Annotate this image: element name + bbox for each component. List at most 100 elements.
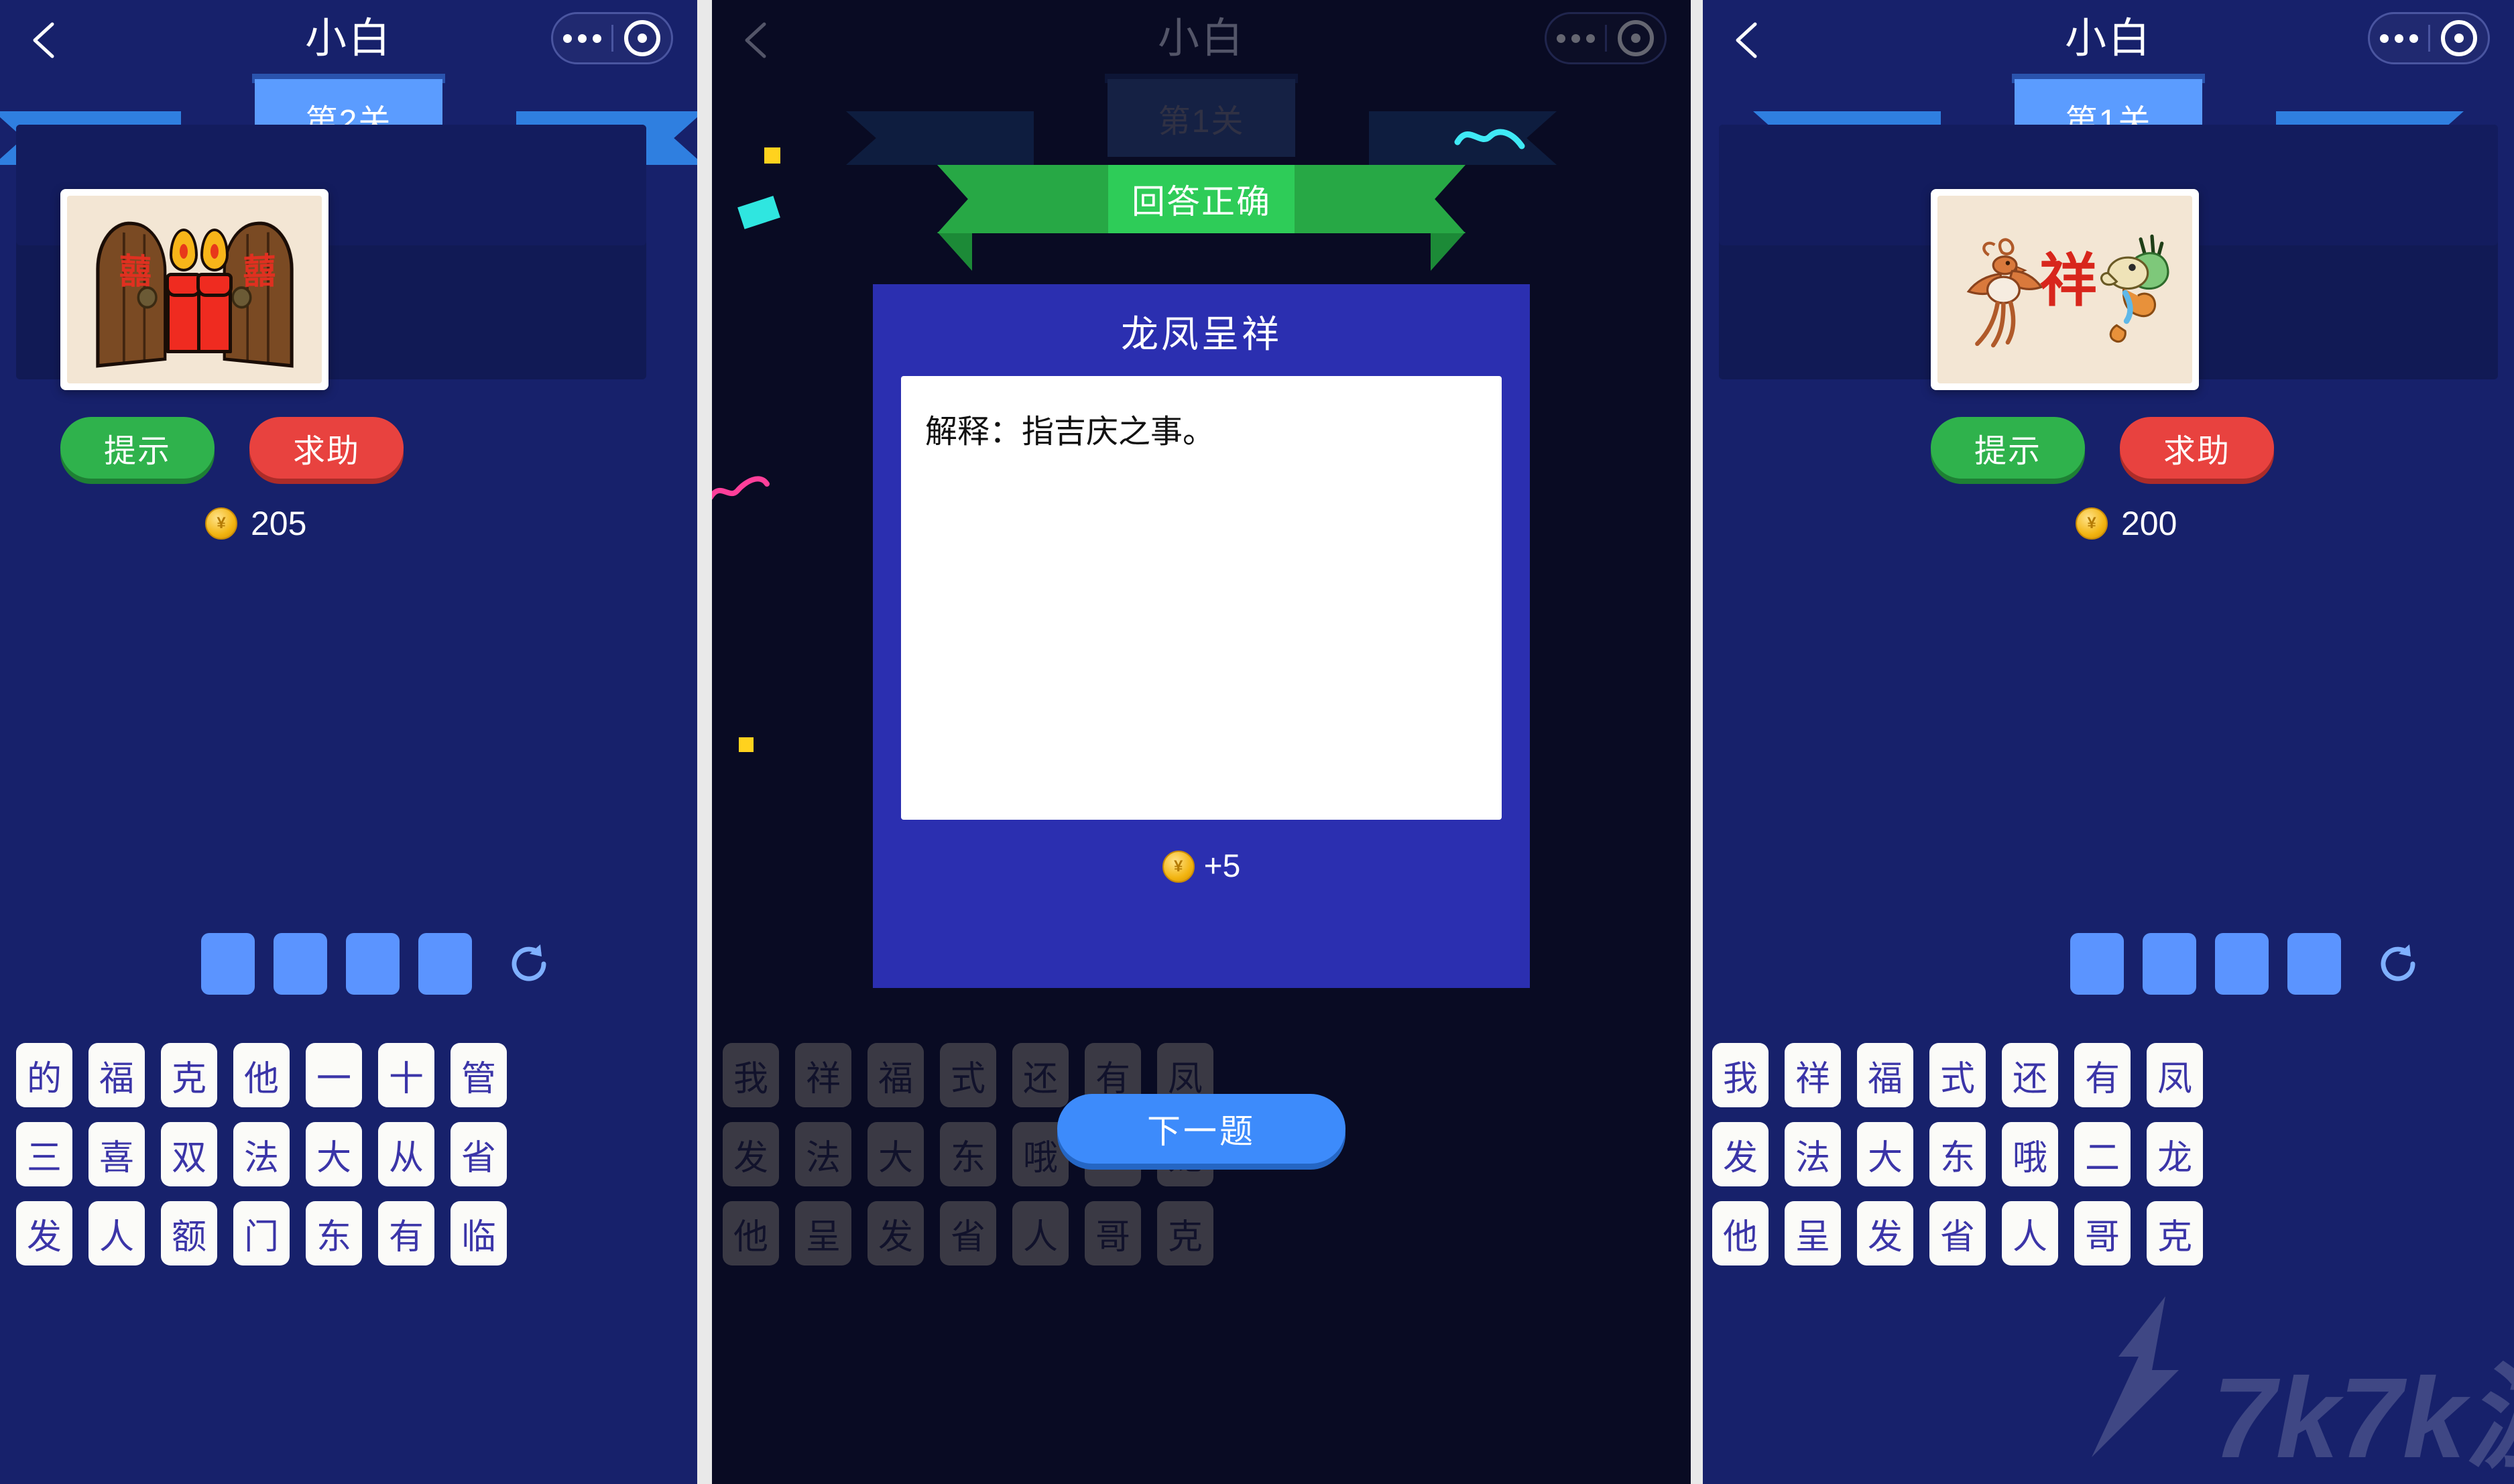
screen-level-2: 小白 第2关 囍 囍 提示 求助 ¥ 205 的 福 克 他 一 十 管 三 喜… — [0, 0, 697, 1484]
character-key[interactable]: 法 — [233, 1122, 290, 1186]
phoenix-icon — [1958, 233, 2049, 350]
character-key[interactable]: 大 — [1857, 1122, 1913, 1186]
puzzle-image-frame: 囍 囍 — [60, 189, 328, 390]
refresh-icon[interactable] — [505, 940, 552, 987]
answer-slots — [2070, 933, 2421, 995]
character-key[interactable]: 式 — [1929, 1043, 1986, 1107]
keyboard-row: 发法大东哦二龙 — [1712, 1122, 2203, 1186]
candle-icon — [166, 229, 202, 354]
character-key[interactable]: 呈 — [1785, 1201, 1841, 1265]
character-key[interactable]: 他 — [233, 1043, 290, 1107]
character-key[interactable]: 我 — [1712, 1043, 1769, 1107]
character-key[interactable]: 东 — [1929, 1122, 1986, 1186]
character-key[interactable]: 管 — [451, 1043, 507, 1107]
flame-icon — [200, 229, 229, 272]
character-key[interactable]: 省 — [451, 1122, 507, 1186]
coin-icon: ¥ — [205, 507, 237, 540]
screenshot-stage: 小白 第2关 囍 囍 提示 求助 ¥ 205 的 福 克 他 一 十 管 三 喜… — [0, 0, 2514, 1484]
coin-balance: ¥ 200 — [2076, 504, 2177, 543]
answer-slot[interactable] — [418, 933, 472, 995]
help-button[interactable]: 求助 — [2120, 417, 2274, 479]
more-dots-icon[interactable] — [553, 34, 611, 43]
character-key[interactable]: 有 — [2074, 1043, 2131, 1107]
character-key[interactable]: 从 — [378, 1122, 434, 1186]
phone-panel-level-2: 小白 第2关 囍 囍 提示 求助 ¥ 205 的 福 克 他 一 十 管 三 喜… — [0, 0, 697, 1484]
character-key[interactable]: 发 — [16, 1201, 72, 1265]
character-key[interactable]: 他 — [1712, 1201, 1769, 1265]
nav-bar: 小白 — [1703, 0, 2514, 80]
nav-bar: 小白 — [0, 0, 697, 80]
character-key[interactable]: 祥 — [1785, 1043, 1841, 1107]
character-key[interactable]: 喜 — [88, 1122, 145, 1186]
character-key[interactable]: 大 — [306, 1122, 362, 1186]
banner-fold-left — [937, 232, 972, 271]
character-key[interactable]: 的 — [16, 1043, 72, 1107]
character-key[interactable]: 十 — [378, 1043, 434, 1107]
refresh-icon[interactable] — [2375, 940, 2421, 987]
character-keyboard: 的福克他一十管三喜双法大从省发人额门东有临 — [16, 1043, 507, 1280]
character-key[interactable]: 福 — [1857, 1043, 1913, 1107]
action-buttons: 提示 求助 — [60, 417, 404, 479]
character-key[interactable]: 发 — [1857, 1201, 1913, 1265]
character-key[interactable]: 东 — [306, 1201, 362, 1265]
coin-count: 200 — [2121, 505, 2177, 542]
keyboard-row: 他呈发省人哥克 — [1712, 1201, 2203, 1265]
explanation-panel: 解释：指吉庆之事。 — [901, 376, 1502, 820]
character-key[interactable]: 门 — [233, 1201, 290, 1265]
coin-icon: ¥ — [2076, 507, 2108, 540]
character-key[interactable]: 省 — [1929, 1201, 1986, 1265]
hint-button[interactable]: 提示 — [1931, 417, 2085, 479]
screen-level-1: 小白 第1关 祥 提示 求助 ¥ 200 我 祥 福 式 还 有 凤 发 法 大… — [1703, 0, 2514, 1484]
phone-panel-result: 小白 第1关 我祥福式还有凤发法大东哦二龙他呈发省人哥克 — [712, 0, 1691, 1484]
character-key[interactable]: 哥 — [2074, 1201, 2131, 1265]
result-modal: 龙凤呈祥 解释：指吉庆之事。 ¥ +5 — [873, 284, 1530, 988]
answer-slots — [201, 933, 552, 995]
coin-balance: ¥ 205 — [205, 504, 306, 543]
answer-slot[interactable] — [2215, 933, 2269, 995]
character-key[interactable]: 克 — [2147, 1201, 2203, 1265]
character-key[interactable]: 法 — [1785, 1122, 1841, 1186]
keyboard-row: 发人额门东有临 — [16, 1201, 507, 1265]
character-key[interactable]: 还 — [2002, 1043, 2058, 1107]
banner-fold-right — [1431, 232, 1465, 271]
help-button[interactable]: 求助 — [249, 417, 404, 479]
character-key[interactable]: 额 — [161, 1201, 217, 1265]
next-question-button[interactable]: 下一题 — [1057, 1094, 1345, 1164]
keyboard-row: 我祥福式还有凤 — [1712, 1043, 2203, 1107]
character-key[interactable]: 一 — [306, 1043, 362, 1107]
character-key[interactable]: 哦 — [2002, 1122, 2058, 1186]
target-circle-icon[interactable] — [2430, 20, 2489, 56]
more-dots-icon[interactable] — [2370, 34, 2428, 43]
answer-slot[interactable] — [2143, 933, 2196, 995]
character-key[interactable]: 人 — [88, 1201, 145, 1265]
character-key[interactable]: 福 — [88, 1043, 145, 1107]
coin-icon: ¥ — [1162, 850, 1195, 883]
character-key[interactable]: 发 — [1712, 1122, 1769, 1186]
character-key[interactable]: 凤 — [2147, 1043, 2203, 1107]
character-key[interactable]: 有 — [378, 1201, 434, 1265]
character-key[interactable]: 临 — [451, 1201, 507, 1265]
answer-slot[interactable] — [201, 933, 255, 995]
character-key[interactable]: 双 — [161, 1122, 217, 1186]
puzzle-image-frame: 祥 — [1931, 189, 2199, 390]
character-key[interactable]: 人 — [2002, 1201, 2058, 1265]
door-knob-icon — [231, 286, 252, 309]
site-watermark: 7k7k游 — [2078, 1256, 2514, 1482]
idiom-title: 龙凤呈祥 — [1121, 313, 1282, 355]
character-key[interactable]: 二 — [2074, 1122, 2131, 1186]
confetti-dot — [739, 737, 754, 752]
answer-slot[interactable] — [346, 933, 400, 995]
answer-slot[interactable] — [2287, 933, 2341, 995]
target-circle-icon[interactable] — [613, 20, 672, 56]
auspicious-glyph: 祥 — [2039, 249, 2097, 313]
miniprogram-capsule[interactable] — [2368, 12, 2490, 64]
screen-result: 小白 第1关 我祥福式还有凤发法大东哦二龙他呈发省人哥克 — [712, 0, 1691, 1484]
character-key[interactable]: 三 — [16, 1122, 72, 1186]
answer-slot[interactable] — [274, 933, 327, 995]
hint-button[interactable]: 提示 — [60, 417, 215, 479]
flame-icon — [170, 229, 198, 272]
character-key[interactable]: 克 — [161, 1043, 217, 1107]
answer-slot[interactable] — [2070, 933, 2124, 995]
character-key[interactable]: 龙 — [2147, 1122, 2203, 1186]
miniprogram-capsule[interactable] — [551, 12, 673, 64]
